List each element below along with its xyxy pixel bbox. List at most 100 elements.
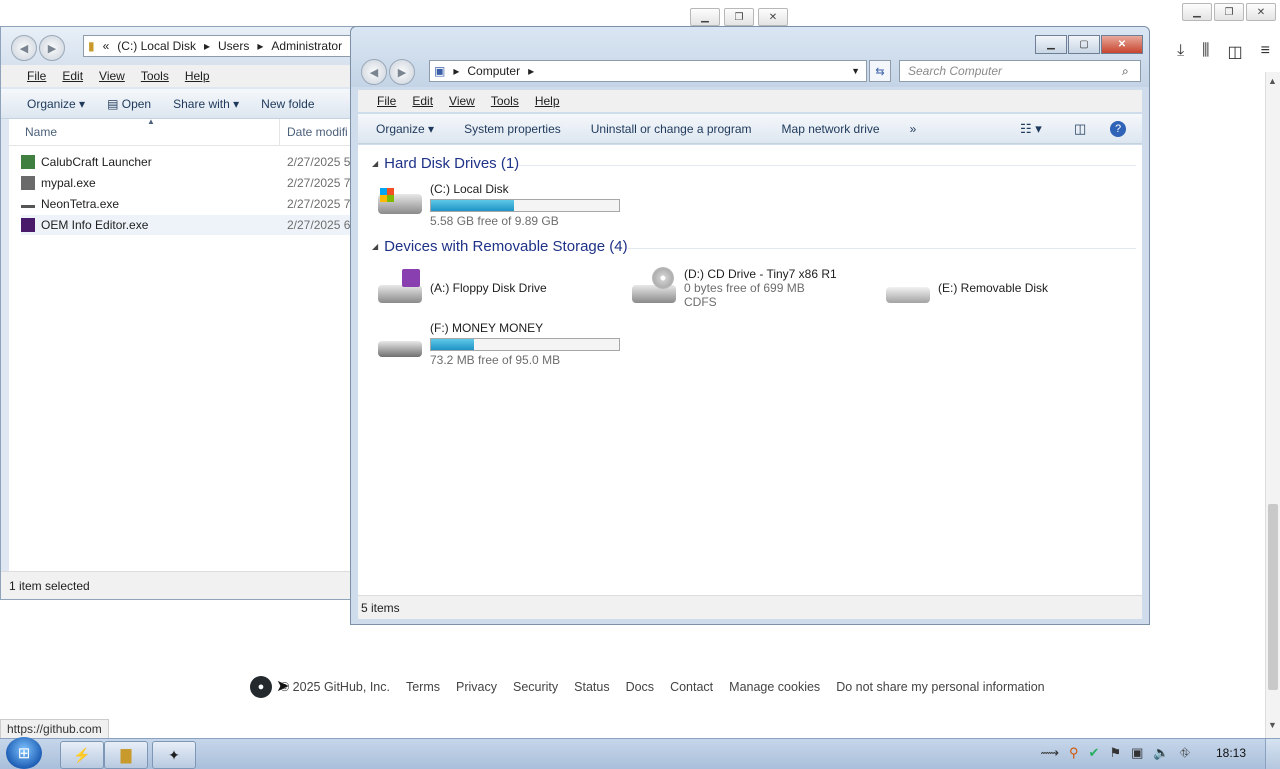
menu-edit[interactable]: Edit [62, 69, 83, 83]
sidebar-icon[interactable]: ◫ [1228, 42, 1243, 62]
minimize-button[interactable]: ▁ [1182, 3, 1212, 21]
footer-link-terms[interactable]: Terms [406, 680, 440, 694]
scroll-down-icon[interactable]: ▼ [1268, 720, 1277, 730]
more-commands-button[interactable]: » [910, 122, 917, 136]
back-button[interactable]: ◀ [361, 59, 387, 85]
minimize-button[interactable]: ▁ [690, 8, 720, 26]
help-icon[interactable]: ? [1110, 120, 1126, 137]
forward-button[interactable]: ▶ [389, 59, 415, 85]
list-item[interactable]: CalubCraft Launcher 2/27/2025 5: [21, 152, 361, 172]
download-icon[interactable]: ⤓ [1177, 42, 1184, 62]
tray-app-icon[interactable]: ⟿ [1040, 745, 1059, 761]
menu-icon[interactable]: ≡ [1261, 42, 1270, 62]
footer-link-contact[interactable]: Contact [670, 680, 713, 694]
file-date: 2/27/2025 7: [287, 176, 354, 190]
menu-help[interactable]: Help [185, 69, 210, 83]
column-headers: Name ▲ Date modifi [9, 117, 361, 146]
collapse-triangle-icon[interactable]: ◢ [372, 159, 378, 168]
drive-f[interactable]: (F:) MONEY MONEY 73.2 MB free of 95.0 MB [376, 321, 620, 367]
minimize-button[interactable]: ▁ [1035, 35, 1067, 54]
collapse-triangle-icon[interactable]: ◢ [372, 242, 378, 251]
organize-button[interactable]: Organize ▾ [376, 122, 434, 136]
maximize-button[interactable]: ▢ [1068, 35, 1100, 54]
drive-e[interactable]: (E:) Removable Disk [884, 267, 1048, 307]
close-button[interactable]: ✕ [1101, 35, 1143, 54]
taskbar-app-browser[interactable]: ⚡ [60, 741, 104, 769]
menu-tools[interactable]: Tools [141, 69, 169, 83]
footer-link-do-not-share[interactable]: Do not share my personal information [836, 680, 1044, 694]
tray-security-icon[interactable]: ✔ [1089, 745, 1100, 761]
list-item[interactable]: mypal.exe 2/27/2025 7: [21, 173, 361, 193]
scrollbar-thumb[interactable] [1268, 504, 1278, 690]
crumb-local-disk[interactable]: (C:) Local Disk [117, 39, 196, 53]
footer-link-status[interactable]: Status [574, 680, 609, 694]
launcher-icon [21, 155, 35, 169]
footer-link-manage-cookies[interactable]: Manage cookies [729, 680, 820, 694]
view-options-icon[interactable]: ☷ ▾ [1020, 121, 1042, 137]
tray-flag-icon[interactable]: ⚑ [1109, 745, 1121, 761]
start-button[interactable]: ⊞ [6, 737, 42, 769]
address-chevrons: « [102, 39, 110, 53]
tray-volume-icon[interactable]: 🔈 [1153, 745, 1169, 761]
page-scrollbar[interactable]: ▲ ▼ [1265, 72, 1280, 738]
menu-file[interactable]: File [27, 69, 46, 83]
menu-help[interactable]: Help [535, 94, 560, 108]
column-name[interactable]: Name [25, 125, 57, 139]
restore-button[interactable]: ❐ [1214, 3, 1244, 21]
drive-d[interactable]: (D:) CD Drive - Tiny7 x86 R1 0 bytes fre… [630, 267, 837, 309]
taskbar-app-explorer[interactable]: ▇ [104, 741, 148, 769]
tray-usb-icon[interactable]: ⛗ [1180, 745, 1190, 761]
menu-file[interactable]: File [377, 94, 396, 108]
menu-view[interactable]: View [99, 69, 125, 83]
list-item[interactable]: OEM Info Editor.exe 2/27/2025 6: [21, 215, 361, 235]
footer-link-security[interactable]: Security [513, 680, 558, 694]
list-item[interactable]: NeonTetra.exe 2/27/2025 7: [21, 194, 361, 214]
footer-link-privacy[interactable]: Privacy [456, 680, 497, 694]
menu-view[interactable]: View [449, 94, 475, 108]
open-button[interactable]: ▤ Open [107, 97, 151, 111]
usage-bar [430, 199, 620, 212]
new-folder-button[interactable]: New folde [261, 97, 314, 111]
close-button[interactable]: ✕ [758, 8, 788, 26]
column-date[interactable]: Date modifi [287, 125, 348, 139]
crumb-separator-icon: ▸ [453, 64, 460, 78]
address-bar[interactable]: ▮ « (C:) Local Disk ▸ Users ▸ Administra… [83, 35, 353, 57]
crumb-administrator[interactable]: Administrator [271, 39, 342, 53]
address-bar[interactable]: ▣ ▸ Computer ▸ ▼ [429, 60, 867, 82]
drive-c[interactable]: (C:) Local Disk 5.58 GB free of 9.89 GB [376, 182, 620, 228]
organize-button[interactable]: Organize ▾ [27, 97, 85, 111]
column-divider[interactable] [279, 119, 280, 145]
show-desktop-button[interactable] [1265, 739, 1280, 769]
preview-pane-icon[interactable]: ◫ [1074, 121, 1086, 137]
crumb-users[interactable]: Users [218, 39, 249, 53]
group-hard-disk-drives[interactable]: ◢ Hard Disk Drives (1) [372, 155, 519, 172]
menu-tools[interactable]: Tools [491, 94, 519, 108]
group-divider [518, 165, 1136, 166]
menu-edit[interactable]: Edit [412, 94, 433, 108]
library-icon[interactable]: ⫼ [1202, 42, 1209, 62]
uninstall-program-button[interactable]: Uninstall or change a program [591, 122, 752, 136]
footer-link-docs[interactable]: Docs [626, 680, 654, 694]
drive-a[interactable]: (A:) Floppy Disk Drive [376, 267, 547, 307]
close-button[interactable]: ✕ [1246, 3, 1276, 21]
group-removable-storage[interactable]: ◢ Devices with Removable Storage (4) [372, 238, 628, 255]
clock[interactable]: 18:13 [1216, 746, 1246, 760]
back-button[interactable]: ◀ [11, 35, 37, 61]
refresh-icon[interactable]: ⇆ [869, 60, 891, 82]
forward-button[interactable]: ▶ [39, 35, 65, 61]
tray-network-icon[interactable]: ▣ [1131, 745, 1143, 761]
search-icon[interactable]: ⌕ [1122, 64, 1129, 79]
taskbar-app-oem[interactable]: ✦ [152, 741, 196, 769]
share-with-button[interactable]: Share with ▾ [173, 97, 239, 111]
map-network-drive-button[interactable]: Map network drive [782, 122, 880, 136]
address-dropdown-icon[interactable]: ▼ [851, 66, 860, 76]
restore-button[interactable]: ❐ [724, 8, 754, 26]
system-properties-button[interactable]: System properties [464, 122, 561, 136]
search-input[interactable]: Search Computer [899, 60, 1141, 82]
group-divider [628, 248, 1136, 249]
scroll-up-icon[interactable]: ▲ [1268, 76, 1277, 86]
tray-search-icon[interactable]: ⚲ [1069, 745, 1079, 761]
drives-view: ◢ Hard Disk Drives (1) (C:) Local Disk 5… [358, 145, 1142, 595]
crumb-computer[interactable]: Computer [467, 64, 520, 78]
github-logo-icon[interactable]: ● [250, 676, 272, 698]
